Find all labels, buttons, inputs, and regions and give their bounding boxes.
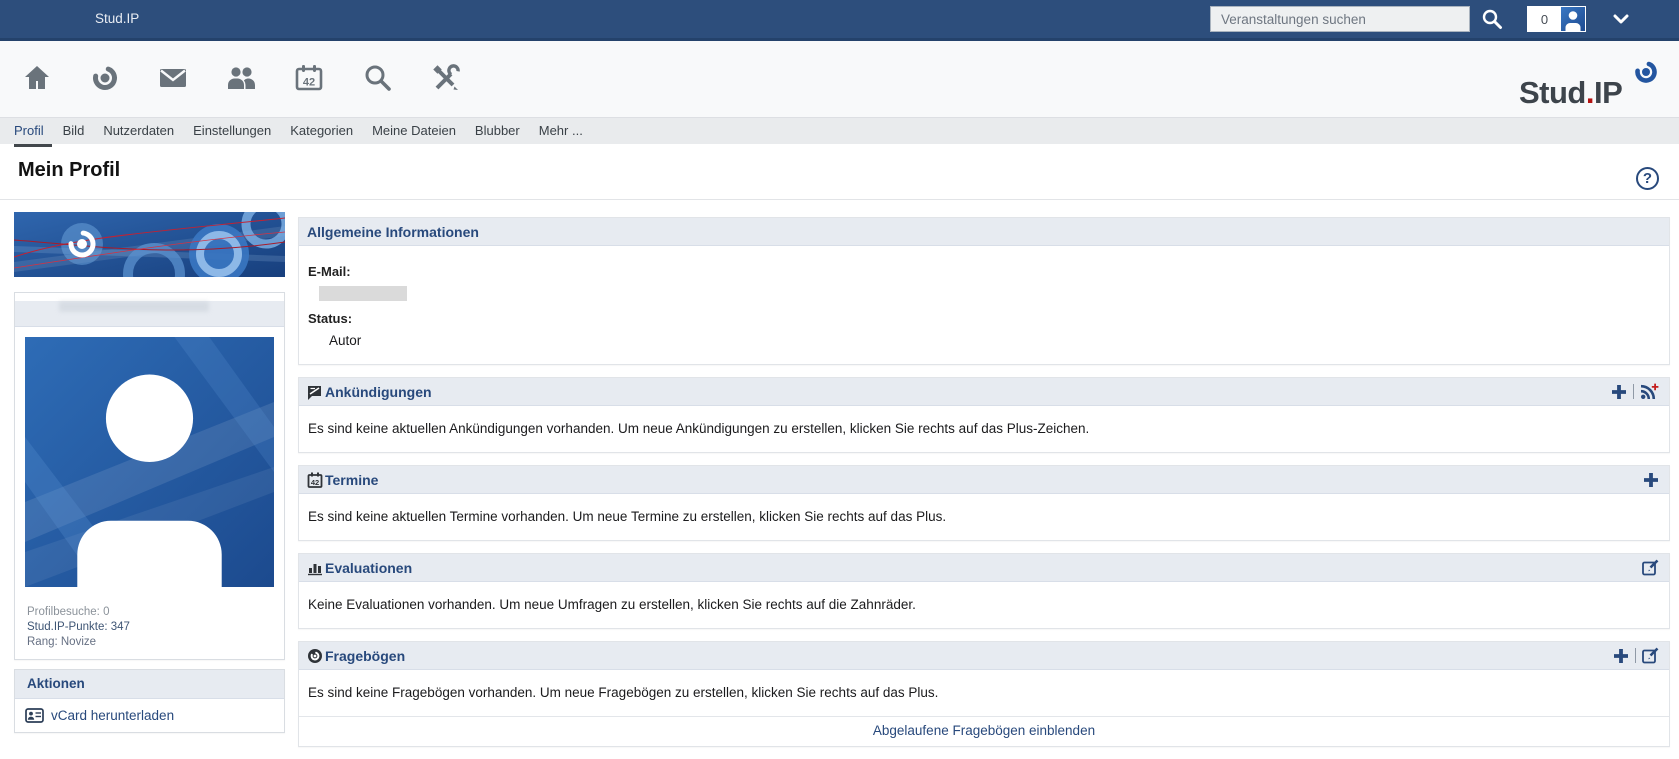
show-expired-questionnaires-link[interactable]: Abgelaufene Fragebögen einblenden — [873, 723, 1095, 738]
tools-icon[interactable] — [430, 63, 460, 93]
status-value: Autor — [329, 333, 362, 348]
topbar-right-cluster: 0 — [1210, 6, 1629, 32]
community-icon[interactable] — [226, 63, 256, 93]
questionnaire-icon — [308, 648, 322, 663]
announcements-title: Ankündigungen — [325, 383, 432, 400]
profile-card: Profilbesuche: 0 Stud.IP-Punkte: 347 Ran… — [14, 292, 285, 660]
search-nav-icon[interactable] — [362, 63, 392, 93]
questionnaires-header: Fragebögen — [299, 642, 1669, 670]
questionnaires-actions — [1613, 647, 1659, 664]
studip-logo-text: Stud.IP — [1519, 75, 1623, 111]
vcard-download-link[interactable]: vCard herunterladen — [51, 708, 174, 723]
announcements-header: Ankündigungen — [299, 378, 1669, 406]
notification-count: 0 — [1540, 11, 1549, 27]
sidebar-banner-image — [14, 212, 285, 277]
general-info-title: Allgemeine Informationen — [307, 223, 479, 240]
actions-widget: Aktionen vCard herunterladen — [14, 669, 285, 733]
date-icon-number: 42 — [311, 478, 319, 487]
edit-evaluations-icon[interactable] — [1642, 559, 1659, 576]
profile-stats: Profilbesuche: 0 Stud.IP-Punkte: 347 Ran… — [15, 602, 284, 659]
logo-dot: . — [1585, 75, 1595, 110]
status-label: Status: — [308, 311, 353, 326]
dates-title: Termine — [325, 471, 379, 488]
news-icon — [308, 385, 321, 400]
add-date-icon[interactable] — [1643, 472, 1659, 488]
planner-icon-number: 42 — [303, 77, 315, 89]
tab-einstellungen[interactable]: Einstellungen — [193, 118, 271, 144]
section-dates: 42 Termine Es sind keine aktuellen Termi… — [298, 465, 1670, 541]
tab-blubber[interactable]: Blubber — [475, 118, 520, 144]
dates-header: 42 Termine — [299, 466, 1669, 494]
rss-feed-icon[interactable] — [1640, 383, 1659, 400]
profile-name-redacted — [59, 301, 209, 312]
user-avatar[interactable] — [1561, 7, 1585, 31]
edit-questionnaires-icon[interactable] — [1642, 647, 1659, 664]
studip-points-link[interactable]: Stud.IP-Punkte: 347 — [27, 620, 272, 635]
sidebar: Profilbesuche: 0 Stud.IP-Punkte: 347 Ran… — [14, 212, 285, 733]
help-icon[interactable]: ? — [1636, 167, 1659, 190]
vcard-icon — [25, 708, 44, 723]
tab-nutzerdaten[interactable]: Nutzerdaten — [103, 118, 174, 144]
email-value-redacted — [319, 286, 407, 301]
heading-divider — [0, 199, 1679, 200]
search-input[interactable] — [1210, 6, 1470, 32]
questionnaires-title: Fragebögen — [325, 647, 406, 664]
announcements-empty-text: Es sind keine aktuellen Ankündigungen vo… — [308, 421, 1090, 436]
evaluations-header: Evaluationen — [299, 554, 1669, 582]
announcements-actions — [1611, 383, 1659, 400]
section-announcements: Ankündigungen Es sind keine aktuellen An… — [298, 377, 1670, 453]
messages-icon[interactable] — [158, 63, 188, 93]
topbar: Stud.IP 0 — [0, 0, 1679, 41]
general-info-body: E-Mail: Status: Autor — [299, 246, 1669, 364]
questionnaires-empty-text: Es sind keine Fragebögen vorhanden. Um n… — [308, 685, 939, 700]
profile-name-strip — [15, 301, 284, 327]
icon-separator — [1635, 648, 1636, 663]
logo-part2: IP — [1594, 75, 1623, 110]
email-label: E-Mail: — [308, 264, 351, 279]
profile-spiral-icon[interactable] — [90, 63, 120, 93]
page-title: Mein Profil — [18, 159, 121, 181]
profile-visits: Profilbesuche: 0 — [27, 606, 110, 618]
tab-kategorien[interactable]: Kategorien — [290, 118, 353, 144]
dates-empty-text: Es sind keine aktuellen Termine vorhande… — [308, 509, 947, 524]
tab-meine-dateien[interactable]: Meine Dateien — [372, 118, 456, 144]
studip-logo-spiral-icon — [1635, 61, 1657, 83]
general-info-header: Allgemeine Informationen — [299, 218, 1669, 246]
dates-actions — [1643, 472, 1659, 488]
icon-separator — [1633, 384, 1634, 399]
studip-profile-page: { "colors": { "brand_blue": "#28497c", "… — [0, 0, 1679, 747]
profile-avatar[interactable] — [25, 337, 274, 587]
questionnaires-footer: Abgelaufene Fragebögen einblenden — [299, 716, 1669, 746]
date-icon: 42 — [307, 472, 323, 488]
evaluations-actions — [1642, 559, 1659, 576]
topbar-title: Stud.IP — [95, 11, 140, 26]
tab-bild[interactable]: Bild — [63, 118, 85, 144]
add-announcement-icon[interactable] — [1611, 384, 1627, 400]
add-questionnaire-icon[interactable] — [1613, 648, 1629, 664]
active-tab-indicator — [14, 144, 52, 147]
actions-title: Aktionen — [15, 670, 284, 699]
evaluations-title: Evaluationen — [325, 559, 413, 576]
profile-tab-bar: Profil Bild Nutzerdaten Einstellungen Ka… — [0, 117, 1679, 144]
search-icon[interactable] — [1481, 8, 1503, 30]
evaluations-empty-text: Keine Evaluationen vorhanden. Um neue Um… — [308, 597, 916, 612]
section-questionnaires: Fragebögen Es sind keine Fragebögen vorh… — [298, 641, 1670, 747]
section-evaluations: Evaluationen Keine Evaluationen vorhande… — [298, 553, 1670, 629]
evaluation-chart-icon — [308, 563, 322, 575]
vcard-action-row[interactable]: vCard herunterladen — [15, 699, 284, 732]
main-icon-bar: 42 Stud.IP — [0, 41, 1679, 117]
main-content: Allgemeine Informationen E-Mail: Status:… — [298, 217, 1670, 759]
logo-part1: Stud — [1519, 75, 1586, 110]
tab-profil[interactable]: Profil — [14, 118, 44, 144]
profile-rank: Rang: Novize — [27, 636, 97, 648]
chevron-down-icon[interactable] — [1613, 14, 1629, 24]
section-general-info: Allgemeine Informationen E-Mail: Status:… — [298, 217, 1670, 365]
main-nav-icons: 42 — [22, 63, 460, 93]
planner-icon[interactable]: 42 — [294, 63, 324, 93]
home-icon[interactable] — [22, 63, 52, 93]
notification-counter: 0 — [1527, 6, 1586, 32]
tab-mehr[interactable]: Mehr ... — [539, 118, 583, 144]
studip-logo: Stud.IP — [1519, 61, 1657, 111]
